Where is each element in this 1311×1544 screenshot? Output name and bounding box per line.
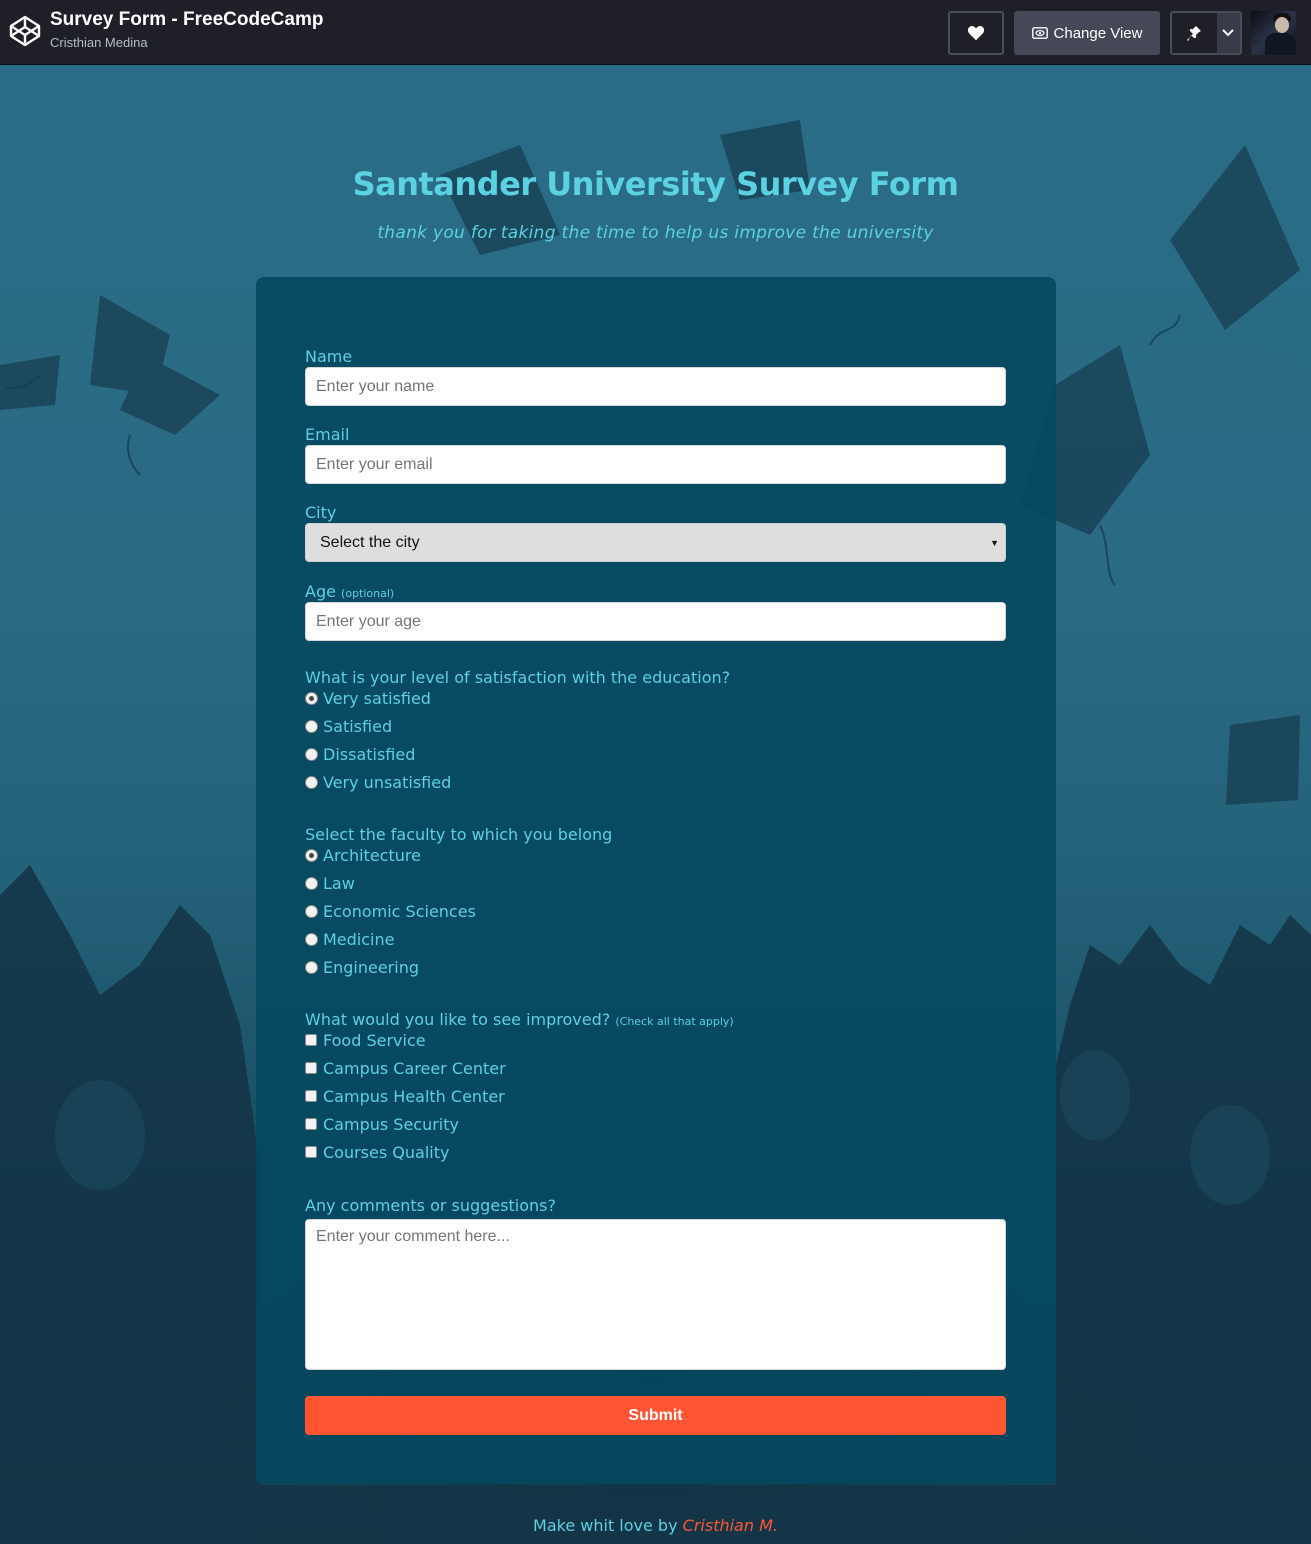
improvements-hint: (Check all that apply) xyxy=(615,1015,734,1028)
radio-icon[interactable] xyxy=(305,775,318,789)
improvement-option[interactable]: Campus Health Center xyxy=(305,1085,505,1107)
love-button[interactable] xyxy=(948,11,1004,55)
improvement-option[interactable]: Food Service xyxy=(305,1029,426,1051)
checkbox-icon[interactable] xyxy=(305,1146,317,1158)
footer-text: Make whit love by xyxy=(533,1516,678,1535)
option-label: Very satisfied xyxy=(323,688,431,708)
city-select[interactable]: Select the city ▼ xyxy=(305,523,1006,562)
radio-icon[interactable] xyxy=(305,960,318,974)
option-label: Campus Security xyxy=(323,1114,459,1134)
footer-author-link[interactable]: Cristhian M. xyxy=(683,1516,778,1535)
pin-button[interactable] xyxy=(1172,13,1217,53)
option-label: Architecture xyxy=(323,845,421,865)
option-label: Satisfied xyxy=(323,716,393,736)
faculty-option[interactable]: Law xyxy=(305,872,355,894)
option-label: Dissatisfied xyxy=(323,744,416,764)
survey-form: Name Email City Select the city ▼ Age (o… xyxy=(256,277,1056,1484)
radio-icon[interactable] xyxy=(305,932,318,946)
option-label: Law xyxy=(323,873,355,893)
improvement-option[interactable]: Campus Career Center xyxy=(305,1057,506,1079)
improvements-question-text: What would you like to see improved? xyxy=(305,1010,611,1029)
improvement-option[interactable]: Courses Quality xyxy=(305,1141,449,1163)
faculty-option[interactable]: Engineering xyxy=(305,956,419,978)
age-input[interactable] xyxy=(305,602,1006,641)
change-view-label: Change View xyxy=(1053,24,1143,42)
pin-icon xyxy=(1187,25,1202,41)
city-select-value: Select the city xyxy=(320,533,420,551)
comments-textarea[interactable] xyxy=(305,1219,1006,1370)
page-subtitle: thank you for taking the time to help us… xyxy=(377,223,934,243)
option-label: Engineering xyxy=(323,957,419,977)
pen-author[interactable]: Cristhian Medina xyxy=(50,35,148,50)
heart-icon xyxy=(967,26,985,41)
satisfaction-option[interactable]: Satisfied xyxy=(305,715,392,737)
radio-checked-icon[interactable] xyxy=(305,848,318,862)
email-label: Email xyxy=(305,425,350,444)
submit-button[interactable]: Submit xyxy=(305,1396,1006,1435)
radio-checked-icon[interactable] xyxy=(305,691,318,705)
improvements-question: What would you like to see improved? (Ch… xyxy=(305,1010,734,1029)
codepen-logo-icon[interactable] xyxy=(9,15,41,47)
page-title: Santander University Survey Form xyxy=(352,165,959,203)
city-label: City xyxy=(305,503,337,522)
faculty-question: Select the faculty to which you belong xyxy=(305,825,613,844)
age-optional-hint: (optional) xyxy=(341,587,395,600)
avatar-body xyxy=(1265,33,1295,55)
user-avatar[interactable] xyxy=(1251,11,1296,55)
option-label: Courses Quality xyxy=(323,1142,450,1162)
option-label: Campus Health Center xyxy=(323,1086,505,1106)
option-label: Very unsatisfied xyxy=(323,772,452,792)
faculty-option[interactable]: Economic Sciences xyxy=(305,900,476,922)
pin-dropdown-button[interactable] xyxy=(1216,13,1240,53)
survey-page: Santander University Survey Form thank y… xyxy=(0,65,1311,1544)
checkbox-icon[interactable] xyxy=(305,1090,317,1102)
option-label: Food Service xyxy=(323,1030,426,1050)
codepen-header: Survey Form - FreeCodeCamp Cristhian Med… xyxy=(0,0,1311,65)
radio-icon[interactable] xyxy=(305,876,318,890)
faculty-option[interactable]: Medicine xyxy=(305,928,394,950)
satisfaction-option[interactable]: Very satisfied xyxy=(305,687,431,709)
pen-title[interactable]: Survey Form - FreeCodeCamp xyxy=(50,9,323,31)
radio-icon[interactable] xyxy=(305,719,318,733)
age-label-text: Age xyxy=(305,582,336,601)
option-label: Medicine xyxy=(323,929,395,949)
age-label: Age (optional) xyxy=(305,582,394,601)
option-label: Economic Sciences xyxy=(323,901,476,921)
satisfaction-question: What is your level of satisfaction with … xyxy=(305,668,731,687)
footer: Make whit love by Cristhian M. xyxy=(0,1516,1311,1535)
select-arrow-icon: ▼ xyxy=(990,538,999,548)
faculty-option[interactable]: Architecture xyxy=(305,844,421,866)
radio-icon[interactable] xyxy=(305,904,318,918)
radio-icon[interactable] xyxy=(305,747,318,761)
checkbox-icon[interactable] xyxy=(305,1034,317,1046)
eye-icon xyxy=(1031,27,1048,39)
pin-button-group xyxy=(1170,11,1242,55)
chevron-down-icon xyxy=(1222,29,1235,37)
email-input[interactable] xyxy=(305,445,1006,484)
name-input[interactable] xyxy=(305,367,1006,406)
improvement-option[interactable]: Campus Security xyxy=(305,1113,459,1135)
change-view-button[interactable]: Change View xyxy=(1014,11,1160,55)
checkbox-icon[interactable] xyxy=(305,1062,317,1074)
comments-label: Any comments or suggestions? xyxy=(305,1196,556,1215)
satisfaction-option[interactable]: Dissatisfied xyxy=(305,743,415,765)
option-label: Campus Career Center xyxy=(323,1058,506,1078)
satisfaction-option[interactable]: Very unsatisfied xyxy=(305,771,451,793)
checkbox-icon[interactable] xyxy=(305,1118,317,1130)
avatar-face xyxy=(1275,17,1289,33)
name-label: Name xyxy=(305,347,353,366)
